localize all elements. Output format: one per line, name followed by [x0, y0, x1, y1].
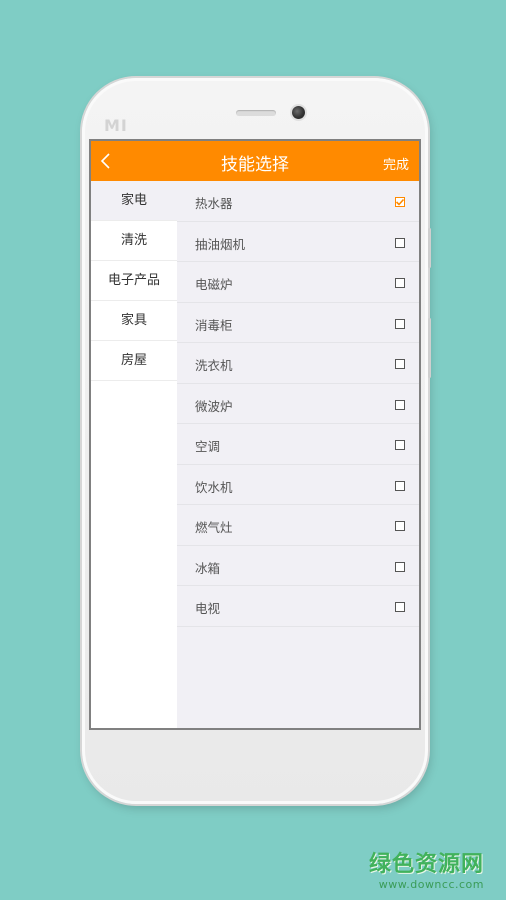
list-item[interactable]: 冰箱	[177, 545, 419, 586]
sidebar-item-cleaning[interactable]: 清洗	[91, 221, 177, 261]
brand-logo: MI	[104, 116, 128, 135]
checkbox[interactable]	[395, 359, 405, 369]
checkbox[interactable]	[395, 440, 405, 450]
list-item-label: 电视	[195, 601, 221, 616]
skill-list: 热水器 抽油烟机 电磁炉 消毒柜 洗衣机 微波炉 空调 饮水机 燃气灶 冰箱 电…	[177, 181, 419, 627]
list-item[interactable]: 燃气灶	[177, 505, 419, 546]
sidebar-item-furniture[interactable]: 家具	[91, 301, 177, 341]
list-item[interactable]: 热水器	[177, 181, 419, 222]
checkbox[interactable]	[395, 561, 405, 572]
checkbox[interactable]	[395, 237, 405, 248]
list-item-label: 电磁炉	[195, 277, 233, 292]
check-icon	[395, 198, 405, 206]
list-item[interactable]: 饮水机	[177, 464, 419, 505]
list-item-label: 热水器	[195, 196, 233, 211]
list-item-label: 燃气灶	[195, 520, 233, 535]
watermark-url: www.downcc.com	[378, 878, 484, 891]
list-item[interactable]: 消毒柜	[177, 302, 419, 343]
list-item[interactable]: 电磁炉	[177, 262, 419, 303]
list-item[interactable]: 微波炉	[177, 383, 419, 424]
watermark-title: 绿色资源网	[368, 852, 484, 877]
sidebar-item-electronics[interactable]: 电子产品	[91, 261, 177, 301]
checkbox[interactable]	[395, 602, 405, 612]
phone-frame: MI 技能选择 完成 家电 清洗 电子产品 家具 房屋 热水器 抽油烟机 电磁炉…	[82, 78, 431, 804]
list-item-label: 洗衣机	[195, 358, 233, 373]
volume-button	[428, 228, 431, 268]
site-watermark: 绿色资源网 www.downcc.com	[369, 846, 484, 891]
list-item-label: 冰箱	[195, 560, 221, 576]
list-item-label: 消毒柜	[195, 317, 233, 333]
checkbox[interactable]	[395, 399, 405, 410]
list-item[interactable]: 电视	[177, 586, 419, 627]
earpiece-speaker	[236, 110, 276, 116]
list-item-label: 微波炉	[195, 398, 233, 414]
category-sidebar: 家电 清洗 电子产品 家具 房屋	[91, 181, 177, 728]
list-item[interactable]: 洗衣机	[177, 343, 419, 384]
sidebar-item-appliances[interactable]: 家电	[91, 181, 177, 221]
checkbox[interactable]	[395, 480, 405, 491]
checkbox[interactable]	[395, 318, 405, 329]
app-header: 技能选择 完成	[91, 141, 419, 181]
checkbox[interactable]	[395, 278, 405, 288]
list-item-label: 空调	[195, 439, 221, 454]
app-screen: 技能选择 完成 家电 清洗 电子产品 家具 房屋 热水器 抽油烟机 电磁炉 消毒…	[91, 141, 419, 728]
page-title: 技能选择	[221, 155, 289, 175]
list-item-label: 饮水机	[195, 479, 233, 495]
list-item-label: 抽油烟机	[195, 236, 246, 252]
checkbox[interactable]	[395, 521, 405, 531]
list-item[interactable]: 空调	[177, 424, 419, 465]
list-item[interactable]: 抽油烟机	[177, 221, 419, 262]
power-button	[428, 318, 431, 378]
front-camera	[292, 106, 305, 119]
sidebar-item-housing[interactable]: 房屋	[91, 341, 177, 381]
screen: 技能选择 完成 家电 清洗 电子产品 家具 房屋 热水器 抽油烟机 电磁炉 消毒…	[89, 139, 421, 730]
done-button[interactable]: 完成	[383, 154, 409, 173]
checkbox-checked[interactable]	[395, 197, 405, 207]
